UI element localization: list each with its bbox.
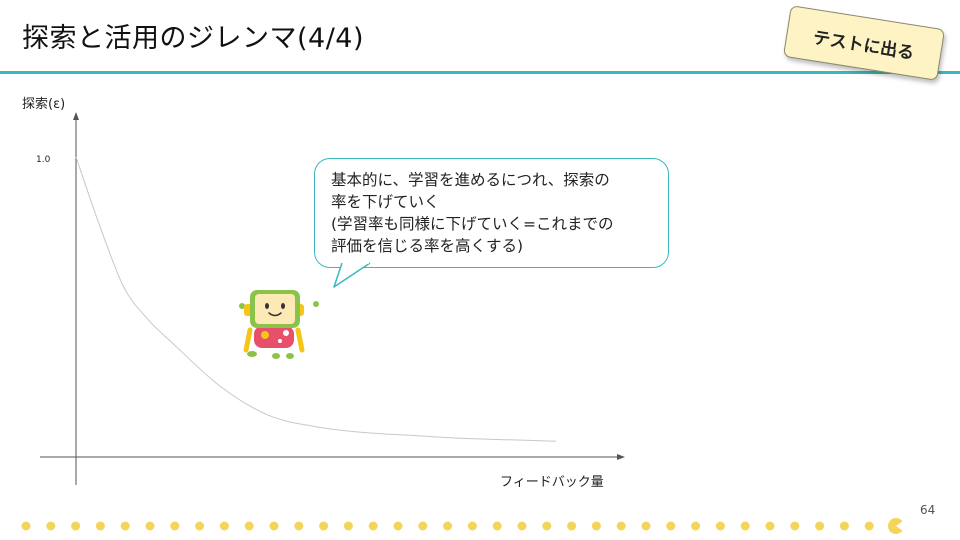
robot-mascot-icon — [239, 290, 319, 359]
progress-dot — [368, 521, 378, 531]
bubble-line: 率を下げていく — [331, 193, 440, 211]
progress-dot — [691, 521, 701, 531]
progress-dot — [170, 521, 180, 531]
progress-dot — [21, 521, 31, 531]
progress-dot — [740, 521, 750, 531]
progress-dot — [790, 521, 800, 531]
progress-dot — [319, 521, 329, 531]
bubble-line: (学習率も同様に下げていく=これまでの — [331, 215, 614, 233]
progress-dot — [542, 521, 552, 531]
progress-dot — [71, 521, 81, 531]
progress-dot — [666, 521, 676, 531]
progress-dot — [418, 521, 428, 531]
y-axis-arrow — [73, 112, 79, 120]
progress-dot — [517, 521, 527, 531]
progress-dot — [641, 521, 651, 531]
exploration-decay-chart: 探索(ε) 1.0 フィードバック量 — [22, 97, 625, 490]
speech-bubble-tail — [333, 262, 371, 288]
progress-dot — [839, 521, 849, 531]
progress-dot — [467, 521, 477, 531]
progress-dot — [616, 521, 626, 531]
progress-dot — [443, 521, 453, 531]
progress-dot — [294, 521, 304, 531]
progress-dot — [219, 521, 229, 531]
progress-dot — [95, 521, 105, 531]
bubble-line: 評価を信じる率を高くする) — [331, 237, 524, 255]
progress-dot — [343, 521, 353, 531]
progress-dot — [269, 521, 279, 531]
y-tick-label: 1.0 — [36, 155, 51, 165]
progress-dots — [21, 518, 903, 534]
progress-dot — [567, 521, 577, 531]
progress-dot — [864, 521, 874, 531]
progress-dot — [195, 521, 205, 531]
progress-dot — [393, 521, 403, 531]
progress-dot — [46, 521, 56, 531]
y-axis-label: 探索(ε) — [22, 97, 65, 112]
pacman-icon — [888, 518, 903, 534]
progress-dot — [145, 521, 155, 531]
x-axis-arrow — [617, 454, 625, 460]
progress-dot — [591, 521, 601, 531]
progress-dot — [244, 521, 254, 531]
speech-bubble: 基本的に、学習を進めるにつれ、探索の 率を下げていく (学習率も同様に下げていく… — [314, 158, 669, 268]
progress-dot — [815, 521, 825, 531]
progress-dot — [715, 521, 725, 531]
progress-dot — [492, 521, 502, 531]
progress-dot — [765, 521, 775, 531]
progress-dot — [120, 521, 130, 531]
x-axis-label: フィードバック量 — [500, 475, 604, 490]
bubble-line: 基本的に、学習を進めるにつれ、探索の — [331, 171, 610, 189]
